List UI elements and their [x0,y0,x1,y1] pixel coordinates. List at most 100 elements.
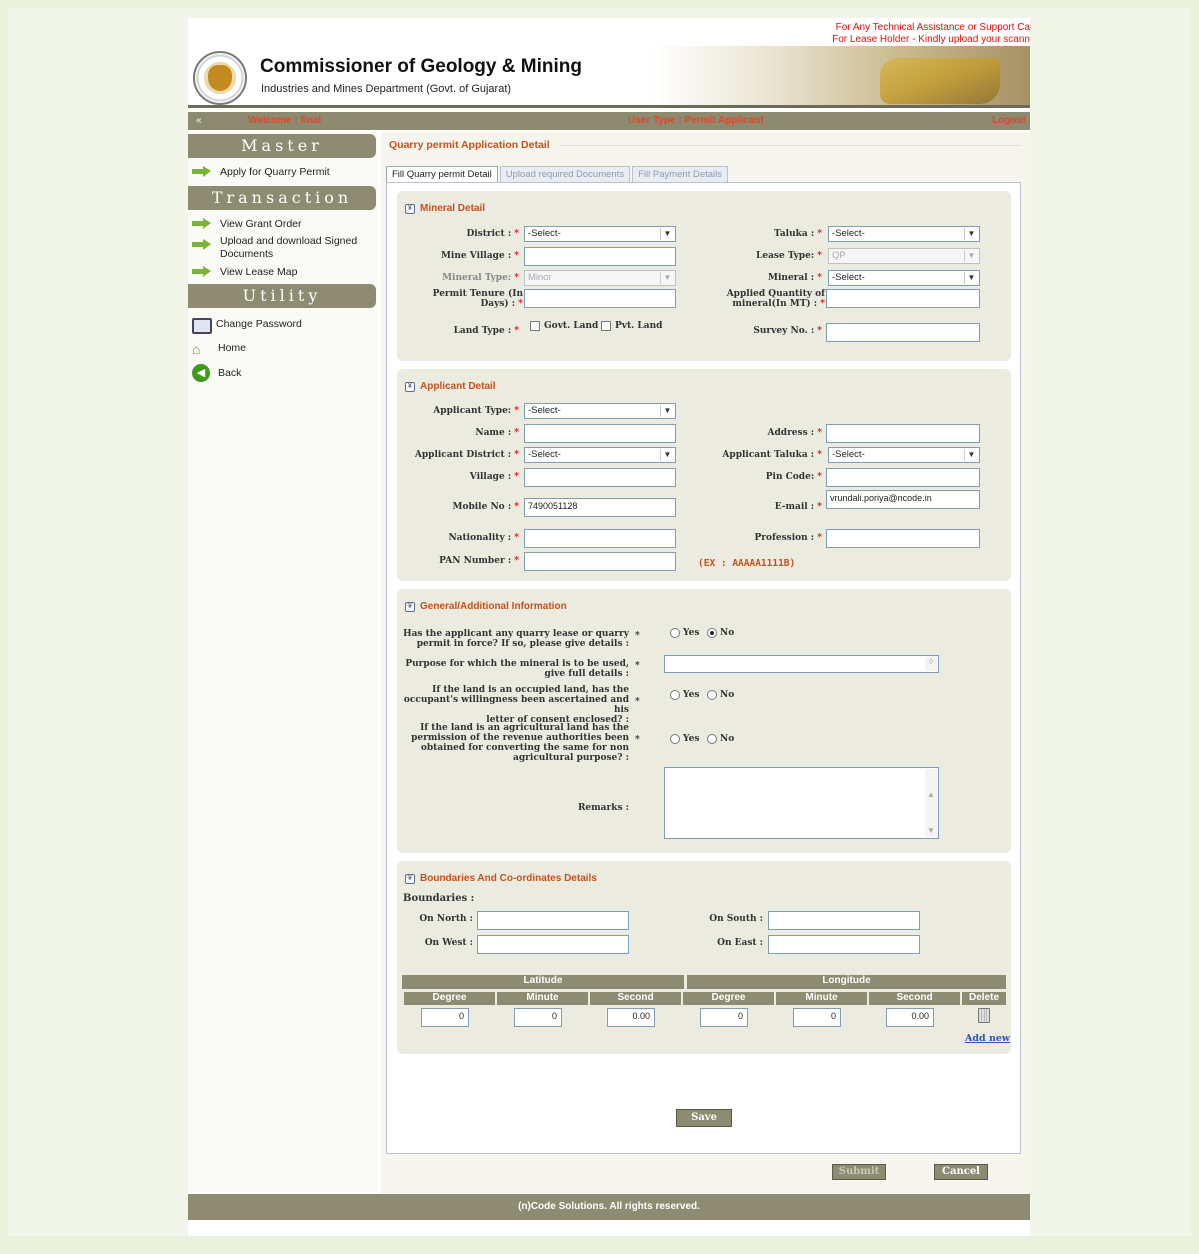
lat-minute-input[interactable]: 0 [514,1008,562,1027]
submit-button[interactable]: Submit [832,1164,886,1180]
collapse-icon: ¥ [405,873,415,884]
govt-land-checkbox[interactable] [530,321,540,331]
profession-label: Profession : * [754,533,822,543]
profession-input[interactable] [826,529,980,548]
lease-type-select[interactable]: QP ▼ [828,248,980,264]
occupied-land-yes-radio[interactable] [670,690,680,700]
save-button[interactable]: Save [676,1109,732,1127]
col-delete: Delete [962,992,1006,1005]
district-label: District : * [466,229,519,239]
on-north-input[interactable] [477,911,629,930]
email-input[interactable]: vrundali.poriya@ncode.in [826,490,980,509]
boundaries-subheading: Boundaries : [403,893,475,904]
tab-fill-quarry-permit-detail[interactable]: Fill Quarry permit Detail [386,166,498,182]
purpose-textarea[interactable]: ◊ [664,655,939,673]
on-east-input[interactable] [768,935,920,954]
quarry-lease-yes-radio[interactable] [670,628,680,638]
longitude-header: Longitude [687,975,1006,989]
tab-fill-payment-details[interactable]: Fill Payment Details [632,166,729,182]
sidebar-section-transaction: Transaction [188,186,376,210]
survey-no-label: Survey No. : * [753,326,822,336]
pin-code-input[interactable] [826,468,980,487]
nationality-input[interactable] [524,529,676,548]
scrollbar[interactable]: ▲ ▼ [925,769,937,837]
on-west-input[interactable] [477,935,629,954]
address-label: Address : * [767,428,823,438]
add-new-link[interactable]: Add new [965,1033,1010,1044]
land-type-label: Land Type : * [453,326,519,336]
mineral-select[interactable]: -Select- ▼ [828,270,980,286]
remarks-textarea[interactable]: ▲ ▼ [664,767,939,839]
lat-second-input[interactable]: 0.00 [607,1008,655,1027]
applicant-district-select[interactable]: -Select- ▼ [524,447,676,463]
name-label: Name : * [475,428,519,438]
name-input[interactable] [524,424,676,443]
sidebar-item-home[interactable]: ⌂ Home [188,338,378,360]
yes-label: Yes [683,628,700,638]
applicant-taluka-select[interactable]: -Select- ▼ [828,447,980,463]
district-select[interactable]: -Select- ▼ [524,226,676,242]
no-label: No [720,734,735,744]
collapse-sidebar-button[interactable]: « [196,112,202,130]
long-second-input[interactable]: 0.00 [886,1008,934,1027]
agricultural-land-yes-radio[interactable] [670,734,680,744]
pan-label: PAN Number : * [439,556,519,566]
sidebar-item-label: Change Password [216,318,302,330]
long-minute-input[interactable]: 0 [793,1008,841,1027]
applicant-detail-section: ¥ Applicant Detail Applicant Type: * -Sel… [397,369,1011,581]
pan-example: (EX : AAAAA1111B) [698,558,796,569]
logout-link[interactable]: Logout [992,112,1026,130]
sidebar-item-label: Upload and download Signed Documents [220,235,358,260]
cancel-button[interactable]: Cancel [934,1164,988,1180]
applicant-type-select[interactable]: -Select- ▼ [524,403,676,419]
occupied-land-no-radio[interactable] [707,690,717,700]
long-degree-input[interactable]: 0 [700,1008,748,1027]
applied-quantity-input[interactable] [826,289,980,308]
sidebar-section-utility: Utility [188,284,376,308]
taluka-select[interactable]: -Select- ▼ [828,226,980,242]
village-input[interactable] [524,468,676,487]
mineral-type-label: Mineral Type: * [442,273,519,283]
sidebar-item-upload-download-signed[interactable]: Upload and download Signed Documents [188,234,378,265]
nationality-label: Nationality : * [448,533,519,543]
mineral-type-select[interactable]: Minor ▼ [524,270,676,286]
footer: (n)Code Solutions. All rights reserved. [188,1194,1030,1220]
applicant-taluka-label: Applicant Taluka : * [722,450,822,460]
main-content: Quarry permit Application Detail Fill Qu… [381,132,1030,1196]
agricultural-land-no-radio[interactable] [707,734,717,744]
survey-no-input[interactable] [826,323,980,342]
boundaries-heading[interactable]: ¥ Boundaries And Co-ordinates Details [405,873,597,884]
user-bar: « Welcome : final User Type : Permit App… [188,112,1030,130]
chevron-down-icon: ▼ [660,449,674,461]
arrow-right-icon [192,266,212,278]
chevron-down-icon: ▼ [660,228,674,240]
sidebar-item-apply-quarry-permit[interactable]: Apply for Quarry Permit [188,162,378,182]
permit-tenure-input[interactable] [524,289,676,308]
on-south-input[interactable] [768,911,920,930]
tab-upload-required-documents[interactable]: Upload required Documents [499,166,631,182]
collapse-icon: ¥ [405,381,415,392]
mineral-detail-heading[interactable]: ¥ Mineral Detail [405,203,485,214]
header-banner: Commissioner of Geology & Mining Industr… [188,46,1030,108]
pvt-land-checkbox[interactable] [601,321,611,331]
chevron-down-icon: ▼ [964,250,978,262]
mine-village-input[interactable] [524,247,676,266]
boundaries-section: ¥ Boundaries And Co-ordinates Details Bou… [397,861,1011,1054]
mineral-label: Mineral : * [768,273,822,283]
quarry-lease-no-radio[interactable] [707,628,717,638]
mobile-input[interactable]: 7490051128 [524,498,676,517]
sidebar-item-back[interactable]: ◀ Back [188,360,378,386]
sidebar-item-view-lease-map[interactable]: View Lease Map [188,265,378,282]
applicant-detail-heading[interactable]: ¥ Applicant Detail [405,381,496,392]
pan-input[interactable] [524,552,676,571]
trash-icon[interactable] [978,1008,990,1023]
sidebar-item-view-grant-order[interactable]: View Grant Order [188,214,378,234]
required-marker: * [635,697,640,707]
sidebar-item-change-password[interactable]: Change Password [188,312,378,338]
scrollbar[interactable]: ◊ [925,657,937,671]
lat-degree-input[interactable]: 0 [421,1008,469,1027]
site-subtitle: Industries and Mines Department (Govt. o… [261,83,512,95]
general-information-heading[interactable]: ¥ General/Additional Information [405,601,567,612]
address-input[interactable] [826,424,980,443]
computer-icon [192,318,212,334]
